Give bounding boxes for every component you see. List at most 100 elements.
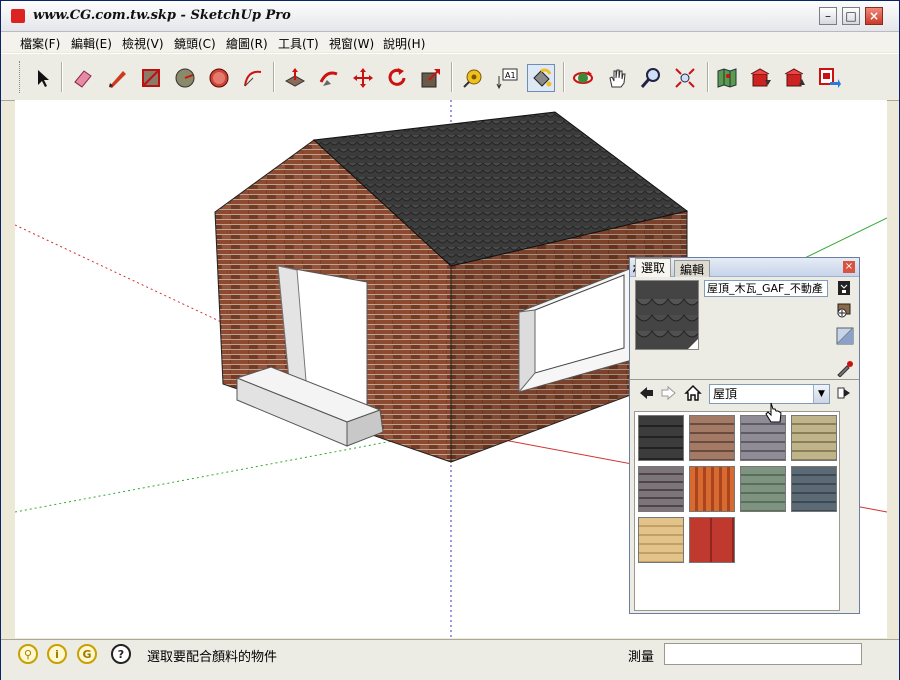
select-arrow-icon bbox=[38, 70, 49, 87]
toolbar-grip[interactable] bbox=[19, 61, 24, 93]
default-material-icon bbox=[836, 327, 854, 345]
details-button[interactable] bbox=[835, 384, 853, 402]
minimize-button[interactable]: – bbox=[819, 7, 837, 25]
push-pull-tool-button[interactable] bbox=[281, 64, 309, 92]
share-model-tool-button[interactable] bbox=[781, 64, 809, 92]
secondary-pane-icon bbox=[838, 281, 850, 295]
eraser-icon bbox=[74, 70, 92, 88]
move-icon bbox=[353, 68, 373, 88]
orbit-icon bbox=[573, 71, 593, 84]
back-arrow-icon bbox=[640, 387, 653, 399]
tab-edit[interactable]: 編輯 bbox=[674, 260, 711, 277]
default-material-button[interactable] bbox=[836, 327, 854, 345]
eyedropper-icon bbox=[837, 361, 853, 378]
menu-camera[interactable]: 鏡頭(C) bbox=[174, 35, 216, 52]
menu-view[interactable]: 檢視(V) bbox=[122, 35, 164, 52]
swatch-orange-clay-tile[interactable] bbox=[689, 466, 735, 512]
window-title: www.CG.com.tw.skp - SketchUp Pro bbox=[33, 8, 291, 23]
text-label-icon: A1 bbox=[496, 68, 518, 90]
orbit-tool-button[interactable] bbox=[569, 64, 597, 92]
chevron-down-icon[interactable]: ▼ bbox=[813, 385, 829, 403]
swatch-green-scale-shingles[interactable] bbox=[740, 466, 786, 512]
polygon-tool-button[interactable] bbox=[205, 64, 233, 92]
swatch-red-metal-roof[interactable] bbox=[689, 517, 735, 563]
menu-help[interactable]: 說明(H) bbox=[383, 35, 425, 52]
geolocation-icon[interactable]: ⚲ bbox=[18, 644, 38, 664]
status-bar: ⚲ i G ? 選取要配合顏料的物件 測量 bbox=[1, 639, 899, 680]
map-location-icon bbox=[717, 68, 737, 88]
home-button[interactable] bbox=[684, 384, 702, 402]
collection-selected: 屋頂 bbox=[713, 387, 738, 401]
toolbar-separator bbox=[563, 62, 565, 92]
circle-tool-button[interactable] bbox=[171, 64, 199, 92]
arc-icon bbox=[244, 70, 262, 87]
measurements-box[interactable] bbox=[664, 643, 862, 665]
instructor-help-icon[interactable]: ? bbox=[111, 644, 131, 664]
tape-measure-tool-button[interactable] bbox=[459, 64, 487, 92]
rotate-tool-button[interactable] bbox=[383, 64, 411, 92]
swatch-sandstone-tile[interactable] bbox=[638, 517, 684, 563]
close-icon: × bbox=[868, 9, 880, 23]
material-name-field[interactable]: 屋頂_木瓦_GAF_不動產 bbox=[704, 280, 828, 297]
credits-icon[interactable]: i bbox=[47, 644, 67, 664]
green-axis-dotted bbox=[15, 429, 452, 513]
toolbar-separator bbox=[707, 62, 709, 92]
warehouse-download-icon bbox=[750, 68, 771, 87]
panel-close-button[interactable]: × bbox=[843, 261, 855, 273]
sketchup-app-icon[interactable] bbox=[11, 9, 25, 23]
forward-arrow-icon bbox=[661, 385, 676, 401]
rectangle-tool-button[interactable] bbox=[137, 64, 165, 92]
scale-tool-button[interactable] bbox=[417, 64, 445, 92]
close-button[interactable]: × bbox=[865, 7, 883, 25]
swatch-grey-asphalt-shingles[interactable] bbox=[638, 466, 684, 512]
menu-edit[interactable]: 編輯(E) bbox=[71, 35, 112, 52]
display-secondary-pane-button[interactable] bbox=[836, 280, 852, 296]
swatch-brown-wood-shakes[interactable] bbox=[689, 415, 735, 461]
swatch-blue-grey-slate[interactable] bbox=[791, 466, 837, 512]
add-location-tool-button[interactable] bbox=[713, 64, 741, 92]
swatch-dark-slate-shingles[interactable] bbox=[638, 415, 684, 461]
select-tool-button[interactable] bbox=[28, 64, 56, 92]
forward-button[interactable] bbox=[660, 384, 678, 402]
tape-measure-icon bbox=[463, 69, 482, 88]
menu-tools[interactable]: 工具(T) bbox=[278, 35, 319, 52]
send-to-layout-tool-button[interactable] bbox=[815, 64, 843, 92]
paint-bucket-icon bbox=[533, 68, 552, 87]
get-models-tool-button[interactable] bbox=[747, 64, 775, 92]
follow-me-tool-button[interactable] bbox=[315, 64, 343, 92]
move-tool-button[interactable] bbox=[349, 64, 377, 92]
rectangle-icon bbox=[142, 69, 160, 87]
zoom-tool-button[interactable] bbox=[637, 64, 665, 92]
swatch-tan-cedar-shakes[interactable] bbox=[791, 415, 837, 461]
svg-text:A1: A1 bbox=[505, 71, 516, 80]
menu-file[interactable]: 檔案(F) bbox=[20, 35, 60, 52]
measurements-label: 測量 bbox=[628, 650, 655, 665]
tab-select[interactable]: 選取 bbox=[635, 258, 672, 277]
send-to-layout-icon bbox=[819, 68, 841, 88]
maximize-button[interactable]: □ bbox=[842, 7, 860, 25]
user-account-icon[interactable]: G bbox=[77, 644, 97, 664]
zoom-extents-tool-button[interactable] bbox=[671, 64, 699, 92]
arc-tool-button[interactable] bbox=[239, 64, 267, 92]
menu-draw[interactable]: 繪圖(R) bbox=[226, 35, 268, 52]
details-arrow-icon bbox=[837, 387, 850, 399]
sketchup-window: www.CG.com.tw.skp - SketchUp Pro – □ × 檔… bbox=[0, 0, 900, 680]
slate-shingle-preview-image bbox=[636, 281, 698, 349]
warehouse-share-icon bbox=[784, 68, 805, 87]
scale-icon bbox=[421, 69, 440, 88]
pan-tool-button[interactable] bbox=[603, 64, 631, 92]
swatch-scrollbar[interactable] bbox=[842, 411, 856, 611]
paint-bucket-tool-button[interactable] bbox=[527, 64, 555, 92]
text-tool-button[interactable]: A1 bbox=[493, 64, 521, 92]
eraser-tool-button[interactable] bbox=[69, 64, 97, 92]
pencil-icon bbox=[109, 71, 126, 88]
create-material-button[interactable] bbox=[836, 302, 852, 318]
eyedropper-sample-button[interactable] bbox=[836, 359, 853, 378]
zoom-extents-icon bbox=[675, 68, 695, 88]
material-preview[interactable] bbox=[635, 280, 699, 350]
back-button[interactable] bbox=[637, 384, 655, 402]
menu-window[interactable]: 視窗(W) bbox=[329, 35, 374, 52]
title-bar[interactable]: www.CG.com.tw.skp - SketchUp Pro – □ × bbox=[1, 1, 899, 32]
pencil-line-tool-button[interactable] bbox=[103, 64, 131, 92]
collection-dropdown[interactable]: 屋頂 ▼ bbox=[709, 384, 830, 404]
